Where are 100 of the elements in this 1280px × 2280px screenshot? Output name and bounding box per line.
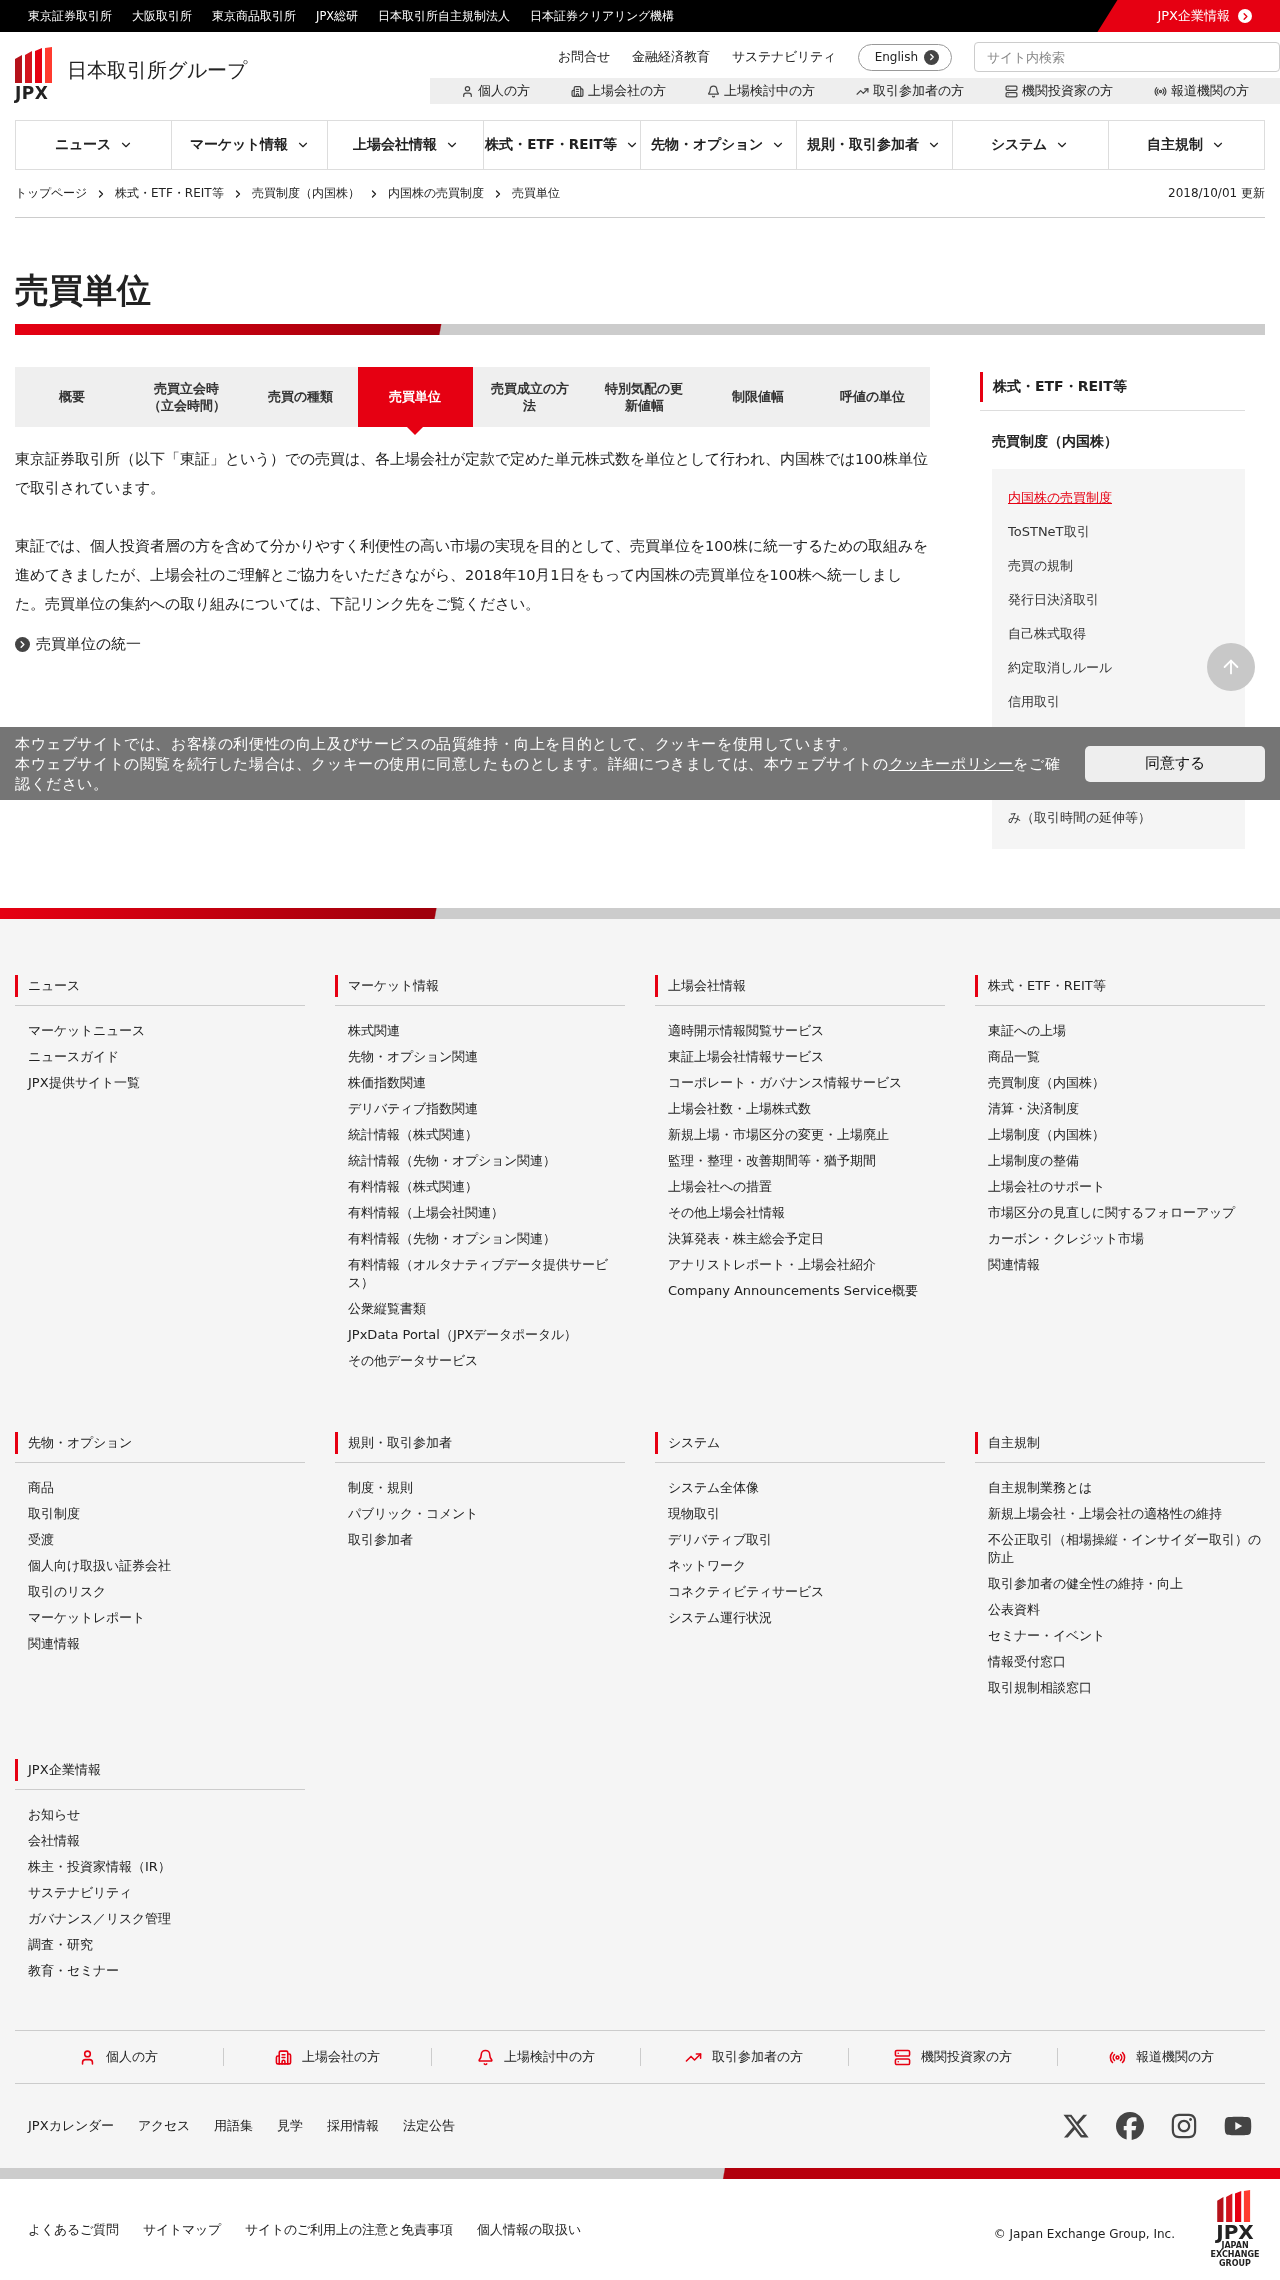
- footer-link[interactable]: 法定公告: [402, 2117, 455, 2135]
- top-bar-link[interactable]: 日本取引所自主規制法人: [378, 8, 511, 24]
- audience-link[interactable]: 報道機関の方: [1056, 2048, 1265, 2066]
- sidebar-section-title[interactable]: 売買制度（内国株）: [980, 411, 1245, 470]
- footer-link[interactable]: 株式関連: [348, 1018, 625, 1044]
- footer-link[interactable]: 公衆縦覧書類: [348, 1296, 625, 1322]
- top-bar-link[interactable]: 日本証券クリアリング機構: [530, 8, 675, 24]
- tab[interactable]: 特別気配の更新値幅: [586, 367, 702, 428]
- audience-link[interactable]: 上場会社の方: [570, 82, 666, 100]
- arrow-link[interactable]: 売買単位の統一: [15, 635, 141, 655]
- breadcrumb-link[interactable]: 内国株の売買制度: [387, 185, 484, 202]
- footer-link[interactable]: 決算発表・株主総会予定日: [668, 1226, 945, 1252]
- breadcrumb-link[interactable]: 株式・ETF・REIT等: [115, 185, 224, 202]
- breadcrumb-link[interactable]: 売買単位: [511, 185, 560, 202]
- footer-link[interactable]: デリバティブ指数関連: [348, 1096, 625, 1122]
- footer-link[interactable]: JPX提供サイト一覧: [28, 1070, 305, 1096]
- footer-link[interactable]: 株価指数関連: [348, 1070, 625, 1096]
- audience-link[interactable]: 機関投資家の方: [848, 2048, 1057, 2066]
- sidebar-item[interactable]: ToSTNeT取引: [1008, 515, 1090, 550]
- footer-link[interactable]: 取引規制相談窓口: [988, 1675, 1265, 1701]
- audience-link[interactable]: 個人の方: [460, 82, 530, 100]
- corporate-link[interactable]: JPX企業情報: [1097, 0, 1280, 32]
- footer-link[interactable]: 新規上場会社・上場会社の適格性の維持: [988, 1501, 1265, 1527]
- utility-link[interactable]: 金融経済教育: [631, 48, 710, 66]
- sidebar-item[interactable]: み（取引時間の延伸等）: [1008, 801, 1151, 836]
- footer-column-heading[interactable]: JPX企業情報: [15, 1759, 305, 1781]
- footer-link[interactable]: Company Announcements Service概要: [668, 1278, 945, 1304]
- tab[interactable]: 呼値の単位: [815, 367, 930, 428]
- footer-link[interactable]: パブリック・コメント: [348, 1501, 625, 1527]
- audience-link[interactable]: 報道機関の方: [1154, 82, 1250, 100]
- nav-menu-item[interactable]: 先物・オプション: [639, 121, 796, 169]
- footer-link[interactable]: マーケットレポート: [28, 1605, 305, 1631]
- tab[interactable]: 売買単位: [358, 367, 473, 428]
- footer-column-heading[interactable]: 規則・取引参加者: [335, 1432, 625, 1454]
- footer-link[interactable]: 上場制度の整備: [988, 1148, 1265, 1174]
- footer-column-heading[interactable]: マーケット情報: [335, 975, 625, 997]
- footer-link[interactable]: 見学: [276, 2117, 303, 2135]
- footer-link[interactable]: ガバナンス／リスク管理: [28, 1906, 305, 1932]
- utility-link[interactable]: お問合せ: [557, 48, 610, 66]
- site-name[interactable]: 日本取引所グループ: [67, 57, 247, 84]
- footer-link[interactable]: ニュースガイド: [28, 1044, 305, 1070]
- footer-link[interactable]: デリバティブ取引: [668, 1527, 945, 1553]
- nav-menu-item[interactable]: 株式・ETF・REIT等: [483, 121, 640, 169]
- footer-link[interactable]: システム全体像: [668, 1475, 945, 1501]
- footer-link[interactable]: コーポレート・ガバナンス情報サービス: [668, 1070, 945, 1096]
- cookie-policy-link[interactable]: クッキーポリシー: [888, 755, 1014, 772]
- sidebar-item[interactable]: 自己株式取得: [1008, 617, 1086, 652]
- footer-link[interactable]: 不公正取引（相場操縦・インサイダー取引）の防止: [988, 1527, 1265, 1571]
- top-bar-link[interactable]: 大阪取引所: [132, 8, 192, 24]
- footer-link[interactable]: カーボン・クレジット市場: [988, 1226, 1265, 1252]
- nav-menu-item[interactable]: 規則・取引参加者: [795, 121, 952, 169]
- tab[interactable]: 売買立会時（立会時間）: [129, 367, 244, 428]
- bottom-link[interactable]: サイトマップ: [143, 2220, 221, 2239]
- footer-link[interactable]: 制度・規則: [348, 1475, 625, 1501]
- footer-link[interactable]: 取引参加者の健全性の維持・向上: [988, 1571, 1265, 1597]
- footer-link[interactable]: コネクティビティサービス: [668, 1579, 945, 1605]
- nav-menu-item[interactable]: 自主規制: [1107, 121, 1265, 169]
- footer-link[interactable]: 新規上場・市場区分の変更・上場廃止: [668, 1122, 945, 1148]
- footer-link[interactable]: セミナー・イベント: [988, 1623, 1265, 1649]
- footer-link[interactable]: 関連情報: [988, 1252, 1265, 1278]
- tab[interactable]: 売買の種類: [243, 367, 359, 428]
- footer-link[interactable]: 有料情報（先物・オプション関連）: [348, 1226, 625, 1252]
- footer-link[interactable]: 調査・研究: [28, 1932, 305, 1958]
- footer-link[interactable]: 取引のリスク: [28, 1579, 305, 1605]
- footer-link[interactable]: 商品: [28, 1475, 305, 1501]
- footer-link[interactable]: 市場区分の見直しに関するフォローアップ: [988, 1200, 1265, 1226]
- footer-link[interactable]: 清算・決済制度: [988, 1096, 1265, 1122]
- footer-link[interactable]: 先物・オプション関連: [348, 1044, 625, 1070]
- footer-link[interactable]: 有料情報（株式関連）: [348, 1174, 625, 1200]
- top-bar-link[interactable]: 東京商品取引所: [212, 8, 296, 24]
- bottom-link[interactable]: よくあるご質問: [28, 2220, 119, 2239]
- footer-link[interactable]: アナリストレポート・上場会社紹介: [668, 1252, 945, 1278]
- top-bar-link[interactable]: JPX総研: [316, 8, 359, 24]
- audience-link[interactable]: 上場検討中の方: [431, 2048, 640, 2066]
- breadcrumb-link[interactable]: トップページ: [15, 185, 87, 202]
- accept-button[interactable]: 同意する: [1085, 745, 1265, 782]
- bottom-link[interactable]: 個人情報の取扱い: [477, 2220, 581, 2239]
- footer-column-heading[interactable]: 自主規制: [975, 1432, 1265, 1454]
- sidebar-item[interactable]: 発行日決済取引: [1008, 583, 1099, 618]
- footer-link[interactable]: 商品一覧: [988, 1044, 1265, 1070]
- footer-link[interactable]: 採用情報: [326, 2117, 379, 2135]
- footer-link[interactable]: サステナビリティ: [28, 1880, 305, 1906]
- audience-link[interactable]: 機関投資家の方: [1005, 82, 1114, 100]
- footer-link[interactable]: 上場制度（内国株）: [988, 1122, 1265, 1148]
- footer-link[interactable]: 有料情報（オルタナティブデータ提供サービス）: [348, 1252, 625, 1296]
- footer-column-heading[interactable]: 上場会社情報: [655, 975, 945, 997]
- top-bar-link[interactable]: 東京証券取引所: [28, 8, 112, 24]
- footer-link[interactable]: 現物取引: [668, 1501, 945, 1527]
- footer-link[interactable]: 情報受付窓口: [988, 1649, 1265, 1675]
- footer-link[interactable]: 公表資料: [988, 1597, 1265, 1623]
- footer-link[interactable]: マーケットニュース: [28, 1018, 305, 1044]
- footer-link[interactable]: JPxData Portal（JPXデータポータル）: [348, 1322, 625, 1348]
- footer-column-heading[interactable]: 株式・ETF・REIT等: [975, 975, 1265, 997]
- footer-link[interactable]: 統計情報（先物・オプション関連）: [348, 1148, 625, 1174]
- sidebar-item[interactable]: 内国株の売買制度: [1008, 481, 1112, 516]
- footer-link[interactable]: 受渡: [28, 1527, 305, 1553]
- nav-menu-item[interactable]: システム: [951, 121, 1108, 169]
- breadcrumb-link[interactable]: 売買制度（内国株）: [251, 185, 360, 202]
- tab[interactable]: 制限値幅: [701, 367, 816, 428]
- nav-menu-item[interactable]: ニュース: [15, 121, 172, 169]
